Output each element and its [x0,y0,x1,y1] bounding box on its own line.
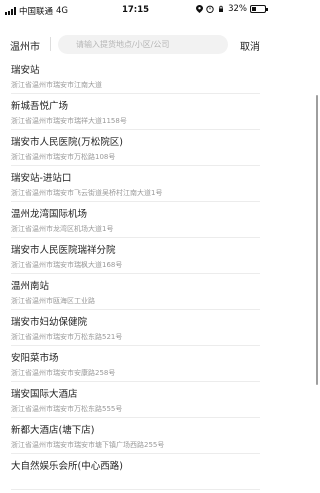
cancel-button[interactable]: 取消 [240,38,260,53]
result-item[interactable]: 瑞安市人民医院瑞祥分院 浙江省温州市瑞安市瑞枫大道168号 [11,238,260,274]
result-name: 瑞安站-进站口 [11,173,72,184]
alarm-icon [206,5,214,13]
result-address: 浙江省温州市瑞安市江南大道 [11,81,102,89]
result-item[interactable]: 新都大酒店(塘下店) 浙江省温州市瑞安市瑞安市塘下镇广场西路255号 [11,418,260,454]
result-list: 瑞安站浙江省温州市瑞安市江南大道 新城吾悦广场浙江省温州市瑞安市瑞祥大道1158号… [0,58,271,490]
result-name: 新都大酒店(塘下店) [11,425,95,436]
result-item[interactable]: 瑞安市妇幼保健院浙江省温州市瑞安市万松东路521号 [11,310,260,346]
result-address: 浙江省温州市瑞安市瑞祥大道1158号 [11,117,127,125]
result-name: 瑞安市妇幼保健院 [11,317,88,328]
result-item[interactable]: 瑞安站-进站口浙江省温州市瑞安市飞云街道吴桥村江南大道1号 [11,166,260,202]
battery-percent: 32% [228,4,247,14]
city-label: 温州市 [10,42,40,53]
result-item[interactable]: 大自然娱乐会所(中心西路) [11,454,260,490]
result-address: 浙江省温州市龙湾区机场大道1号 [11,225,114,233]
battery-icon [250,5,268,13]
result-name: 温州南站 [11,281,50,292]
result-address: 浙江省温州市瑞安市安康路258号 [11,369,116,377]
result-item[interactable]: 安阳菜市场浙江省温州市瑞安市安康路258号 [11,346,260,382]
status-bar: 中国联通 4G 17:15 32% [0,0,271,20]
result-item[interactable]: 瑞安站浙江省温州市瑞安市江南大道 [11,58,260,94]
result-address: 浙江省温州市瑞安市万松东路555号 [11,405,123,413]
result-name: 瑞安市人民医院(万松院区) [11,137,123,148]
result-item[interactable]: 温州南站浙江省温州市瓯海区工业路 [11,274,260,310]
result-address: 浙江省温州市瓯海区工业路 [11,297,95,305]
city-selector[interactable]: 温州市 [10,38,40,53]
result-item[interactable]: 瑞安市人民医院(万松院区) 浙江省温州市瑞安市万松路108号 [11,130,260,166]
result-name: 安阳菜市场 [11,353,59,364]
search-input[interactable] [58,35,228,54]
location-icon [196,5,204,13]
divider [50,37,51,51]
result-address: 浙江省温州市瑞安市万松东路521号 [11,333,123,341]
result-name: 新城吾悦广场 [11,101,69,112]
result-address: 浙江省温州市瑞安市瑞安市塘下镇广场西路255号 [11,441,165,449]
result-name: 温州龙湾国际机场 [11,209,88,220]
scrollbar[interactable] [316,95,318,385]
result-address: 浙江省温州市瑞安市瑞枫大道168号 [11,261,123,269]
result-item[interactable]: 瑞安国际大酒店浙江省温州市瑞安市万松东路555号 [11,382,260,418]
rotation-lock-icon [219,5,224,12]
result-address: 浙江省温州市瑞安市万松路108号 [11,153,116,161]
result-name: 瑞安站 [11,65,40,76]
result-address: 浙江省温州市瑞安市飞云街道吴桥村江南大道1号 [11,189,163,197]
status-right: 32% [196,4,268,14]
battery-fill [252,7,256,11]
result-item[interactable]: 温州龙湾国际机场浙江省温州市龙湾区机场大道1号 [11,202,260,238]
result-item[interactable]: 新城吾悦广场浙江省温州市瑞安市瑞祥大道1158号 [11,94,260,130]
result-name: 瑞安国际大酒店 [11,389,78,400]
result-name: 大自然娱乐会所(中心西路) [11,461,123,472]
result-name: 瑞安市人民医院瑞祥分院 [11,245,116,256]
